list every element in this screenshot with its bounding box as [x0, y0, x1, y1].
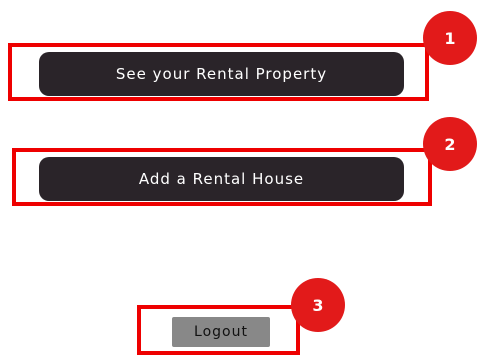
logout-button[interactable]: Logout — [172, 317, 270, 347]
annotation-badge-1: 1 — [423, 11, 477, 65]
add-rental-house-button[interactable]: Add a Rental House — [39, 157, 404, 201]
annotation-badge-2: 2 — [423, 117, 477, 171]
annotation-badge-3: 3 — [291, 278, 345, 332]
see-rental-property-button[interactable]: See your Rental Property — [39, 52, 404, 96]
